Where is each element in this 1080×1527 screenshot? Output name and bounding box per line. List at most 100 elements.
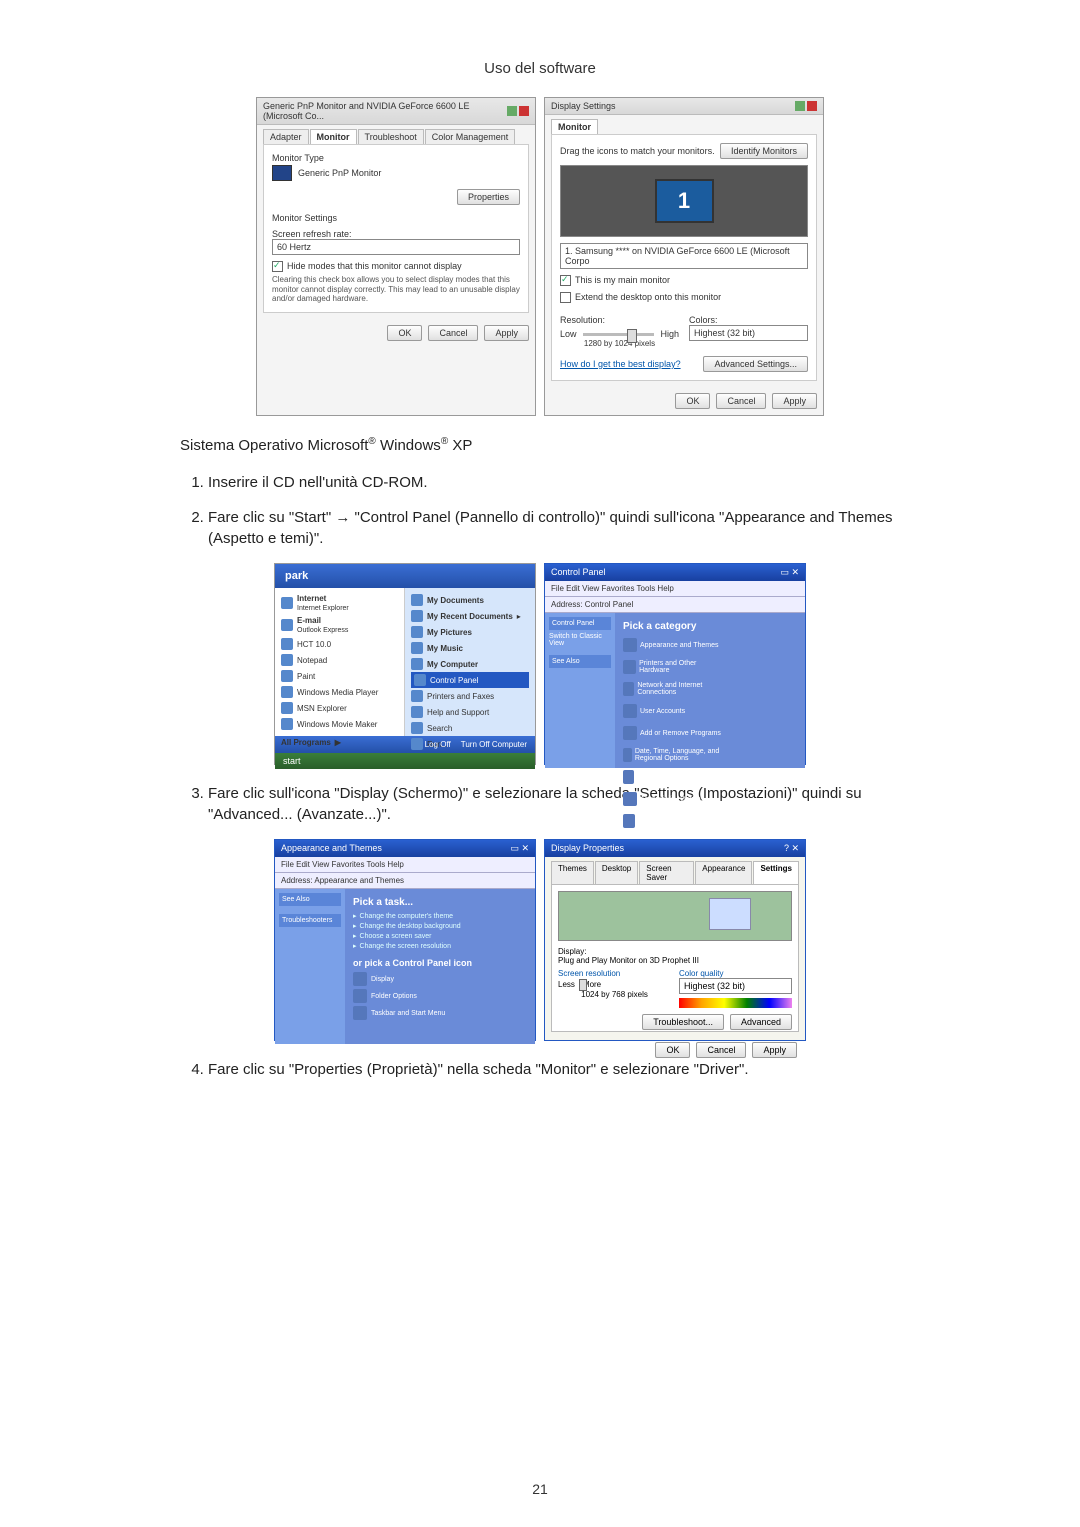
troubleshoot-button[interactable]: Troubleshoot... <box>642 1014 724 1030</box>
category-users[interactable]: User Accounts <box>623 704 723 718</box>
monitor-arrangement-area[interactable]: 1 <box>560 165 808 237</box>
window-title-text: Appearance and Themes <box>281 843 382 854</box>
turnoff-button[interactable]: Turn Off Computer <box>461 740 527 749</box>
task-screensaver[interactable]: ▸ Choose a screen saver <box>353 932 527 940</box>
window-controls[interactable] <box>507 106 529 116</box>
tab-monitor[interactable]: Monitor <box>310 129 357 144</box>
taskbar-item[interactable]: Taskbar and Start Menu <box>353 1006 527 1020</box>
tab-adapter[interactable]: Adapter <box>263 129 309 144</box>
window-controls[interactable]: ▭ ✕ <box>510 843 529 854</box>
category-add-remove[interactable]: Add or Remove Programs <box>623 726 723 740</box>
apply-button[interactable]: Apply <box>484 325 529 341</box>
msn-icon <box>281 702 293 714</box>
folder-options-item[interactable]: Folder Options <box>353 989 527 1003</box>
apply-button[interactable]: Apply <box>772 393 817 409</box>
ok-button[interactable]: OK <box>387 325 422 341</box>
start-item[interactable]: Windows Movie Maker <box>281 716 398 732</box>
tab-screensaver[interactable]: Screen Saver <box>639 861 694 884</box>
category-printers[interactable]: Printers and Other Hardware <box>623 660 723 674</box>
refresh-rate-select[interactable]: 60 Hertz <box>272 239 520 255</box>
display-settings-window: Display Settings Monitor Drag the icons … <box>544 97 824 416</box>
start-item[interactable]: MSN Explorer <box>281 700 398 716</box>
resolution-value: 1280 by 1024 pixels <box>560 339 679 348</box>
folder-icon <box>353 989 367 1003</box>
sound-icon <box>623 770 634 784</box>
apply-button[interactable]: Apply <box>752 1042 797 1058</box>
window-controls[interactable] <box>795 101 817 111</box>
instruction-list: Inserire il CD nell'unità CD-ROM. Fare c… <box>180 472 900 549</box>
figure-3: Appearance and Themes ▭ ✕ File Edit View… <box>180 839 900 1041</box>
start-item[interactable]: InternetInternet Explorer <box>281 592 398 614</box>
pick-category-heading: Pick a category <box>623 621 797 632</box>
properties-button[interactable]: Properties <box>457 189 520 205</box>
ok-button[interactable]: OK <box>675 393 710 409</box>
hide-modes-description: Clearing this check box allows you to se… <box>272 275 520 304</box>
window-title-text: Display Settings <box>551 101 616 111</box>
category-appearance[interactable]: Appearance and Themes <box>623 638 723 652</box>
start-item[interactable]: Search <box>411 720 529 736</box>
start-item[interactable]: HCT 10.0 <box>281 636 398 652</box>
start-item[interactable]: Windows Media Player <box>281 684 398 700</box>
colors-select[interactable]: Highest (32 bit) <box>689 325 808 341</box>
address-bar[interactable]: Address: Appearance and Themes <box>275 873 535 889</box>
resolution-slider[interactable] <box>583 333 655 336</box>
start-item[interactable]: My Pictures <box>411 624 529 640</box>
start-item[interactable]: My Computer <box>411 656 529 672</box>
control-panel-item[interactable]: Control Panel <box>411 672 529 688</box>
category-date-time[interactable]: Date, Time, Language, and Regional Optio… <box>623 748 723 762</box>
start-item[interactable]: Paint <box>281 668 398 684</box>
address-bar[interactable]: Address: Control Panel <box>545 597 805 613</box>
category-performance[interactable]: Performance and Maintenance <box>623 814 723 828</box>
taskbar-start[interactable]: start <box>275 753 535 769</box>
search-icon <box>411 722 423 734</box>
tab-troubleshoot[interactable]: Troubleshoot <box>358 129 424 144</box>
monitor-settings-label: Monitor Settings <box>272 213 520 223</box>
start-item[interactable]: My Recent Documents ▸ <box>411 608 529 624</box>
task-resolution[interactable]: ▸ Change the screen resolution <box>353 942 527 950</box>
cancel-button[interactable]: Cancel <box>716 393 766 409</box>
tab-monitor[interactable]: Monitor <box>551 119 598 134</box>
hide-modes-checkbox[interactable] <box>272 261 283 272</box>
tab-themes[interactable]: Themes <box>551 861 594 884</box>
tabs-row: Monitor <box>545 115 823 134</box>
window-controls[interactable]: ▭ ✕ <box>780 567 799 578</box>
cancel-button[interactable]: Cancel <box>696 1042 746 1058</box>
category-accessibility[interactable]: Accessibility Options <box>623 792 723 806</box>
category-sounds[interactable]: Sounds, Speech, and Audio Devices <box>623 770 723 784</box>
start-item[interactable]: My Music <box>411 640 529 656</box>
hide-modes-label: Hide modes that this monitor cannot disp… <box>287 261 462 271</box>
clock-icon <box>623 748 632 762</box>
folder-icon <box>411 610 423 622</box>
category-network[interactable]: Network and Internet Connections <box>623 682 723 696</box>
tab-appearance[interactable]: Appearance <box>695 861 752 884</box>
display-icon-item[interactable]: Display <box>353 972 527 986</box>
start-item[interactable]: Printers and Faxes <box>411 688 529 704</box>
monitor-dropdown[interactable]: 1. Samsung **** on NVIDIA GeForce 6600 L… <box>560 243 808 269</box>
advanced-settings-button[interactable]: Advanced Settings... <box>703 356 808 372</box>
start-item[interactable]: Help and Support <box>411 704 529 720</box>
color-quality-select[interactable]: Highest (32 bit) <box>679 978 792 994</box>
cancel-button[interactable]: Cancel <box>428 325 478 341</box>
task-theme[interactable]: ▸ Change the computer's theme <box>353 912 527 920</box>
folder-icon <box>411 626 423 638</box>
colors-label: Colors: <box>689 315 808 325</box>
tab-desktop[interactable]: Desktop <box>595 861 638 884</box>
tab-settings[interactable]: Settings <box>753 861 799 884</box>
start-item[interactable]: My Documents <box>411 592 529 608</box>
tab-color-management[interactable]: Color Management <box>425 129 516 144</box>
window-titlebar: Control Panel ▭ ✕ <box>545 564 805 581</box>
task-background[interactable]: ▸ Change the desktop background <box>353 922 527 930</box>
monitor-1-icon[interactable]: 1 <box>655 179 714 223</box>
page-header: Uso del software <box>180 60 900 77</box>
all-programs[interactable]: All Programs ▶ <box>281 736 398 749</box>
help-link[interactable]: How do I get the best display? <box>560 359 681 369</box>
resolution-value: 1024 by 768 pixels <box>558 990 671 999</box>
window-controls[interactable]: ? ✕ <box>784 843 799 854</box>
ok-button[interactable]: OK <box>655 1042 690 1058</box>
identify-monitors-button[interactable]: Identify Monitors <box>720 143 808 159</box>
switch-view-link[interactable]: Switch to Classic View <box>549 633 611 647</box>
start-item[interactable]: E-mailOutlook Express <box>281 614 398 636</box>
start-item[interactable]: Notepad <box>281 652 398 668</box>
advanced-button[interactable]: Advanced <box>730 1014 792 1030</box>
logoff-button[interactable]: Log Off <box>425 740 451 749</box>
